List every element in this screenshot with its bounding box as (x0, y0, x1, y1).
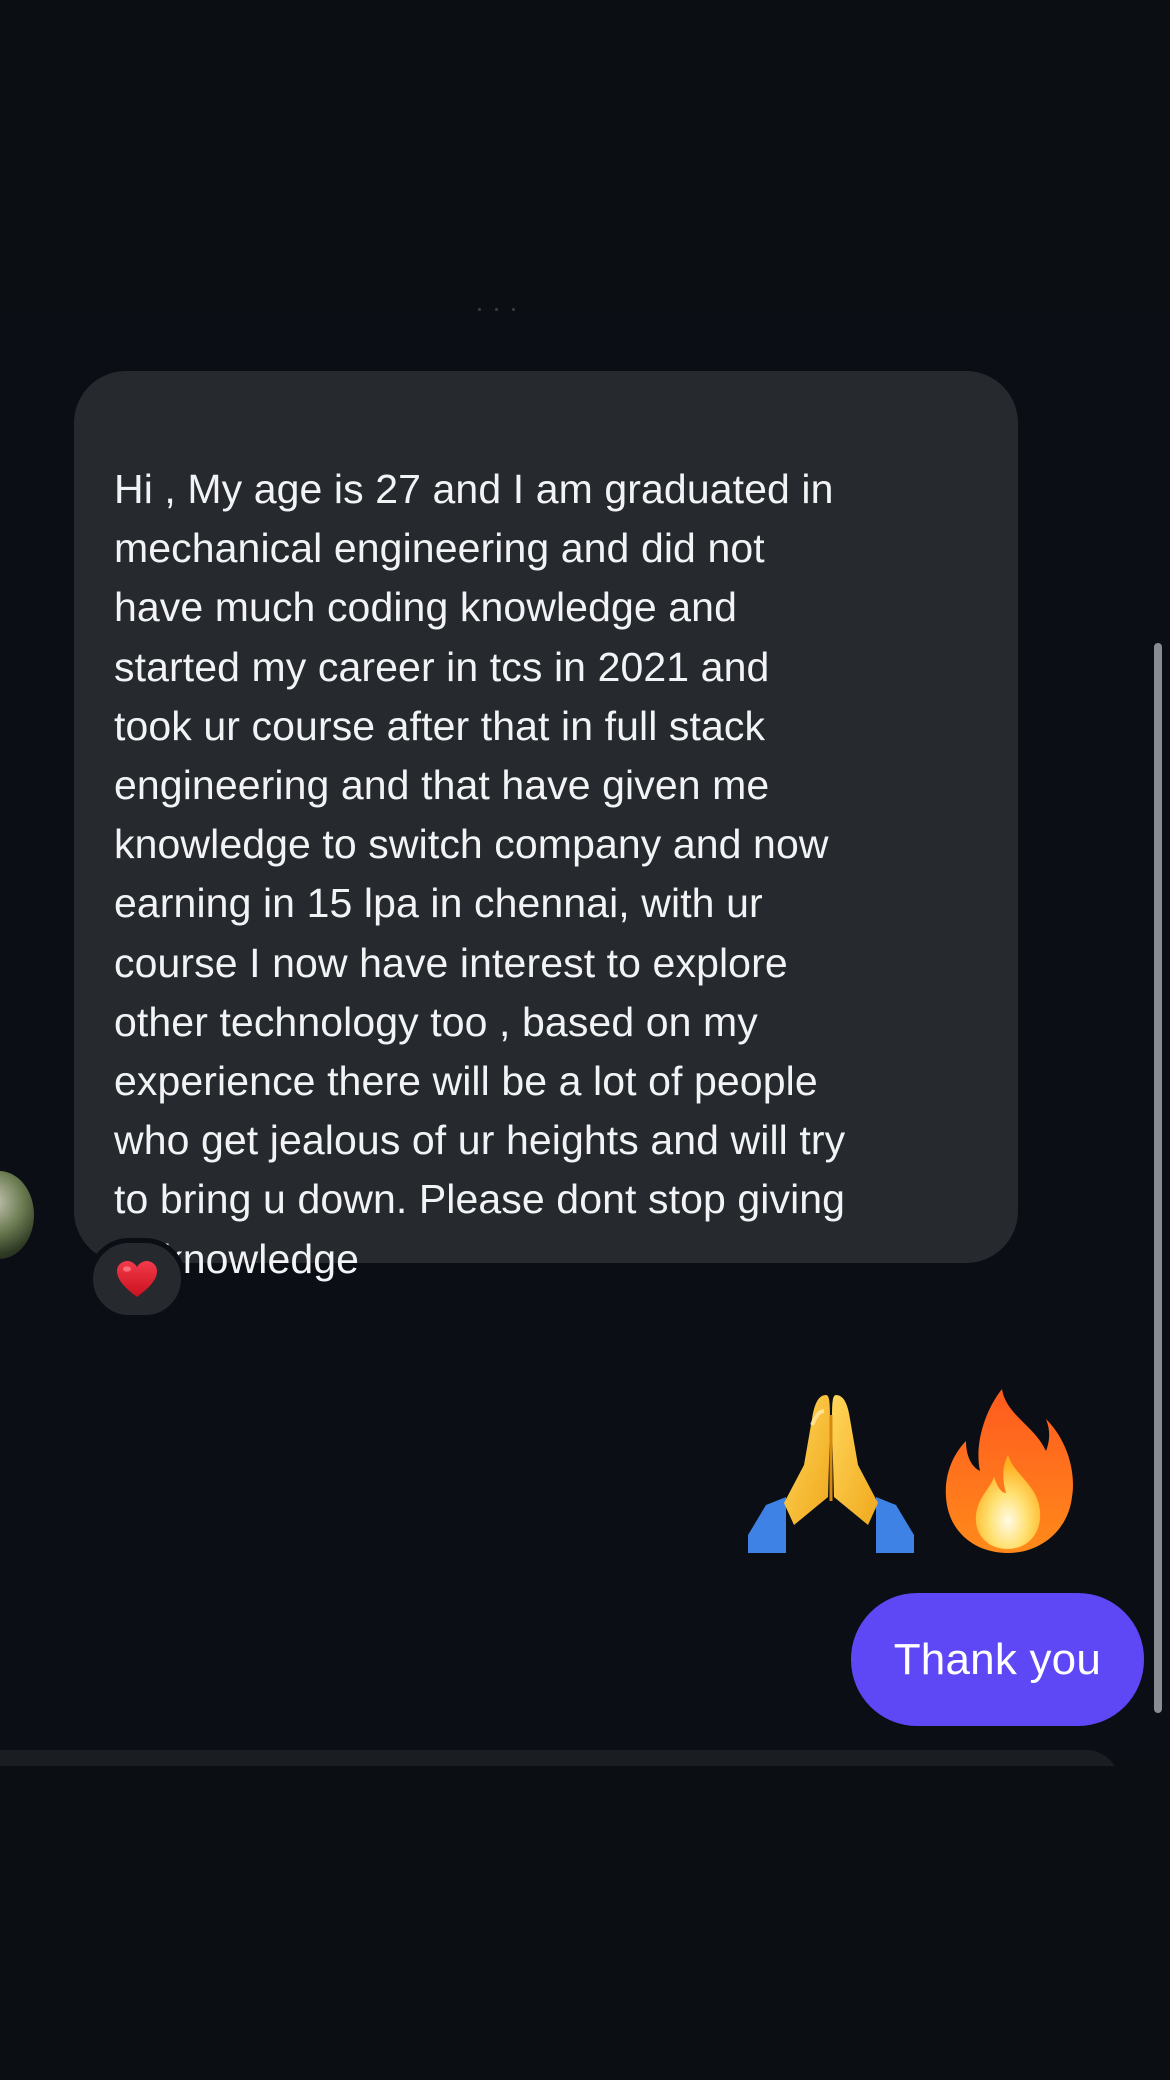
message-reaction[interactable] (88, 1238, 186, 1320)
outgoing-message-bubble[interactable]: Thank you (850, 1593, 1144, 1726)
incoming-message-bubble[interactable]: Hi , My age is 27 and I am graduated in … (74, 371, 1018, 1282)
message-list[interactable]: Hi , My age is 27 and I am graduated in … (0, 315, 1170, 1760)
chat-screen: Hi , My age is 27 and I am graduated in … (0, 0, 1170, 2080)
scrollbar-thumb[interactable] (1154, 643, 1162, 1713)
folded-hands-icon (746, 1385, 916, 1555)
bottom-area (0, 1766, 1170, 2080)
heart-icon (115, 1259, 159, 1299)
outgoing-emoji-message[interactable] (746, 1385, 1112, 1555)
loading-dots (478, 308, 538, 312)
fire-icon (942, 1385, 1112, 1555)
sender-avatar[interactable] (0, 1171, 34, 1259)
header-area (0, 0, 1170, 315)
